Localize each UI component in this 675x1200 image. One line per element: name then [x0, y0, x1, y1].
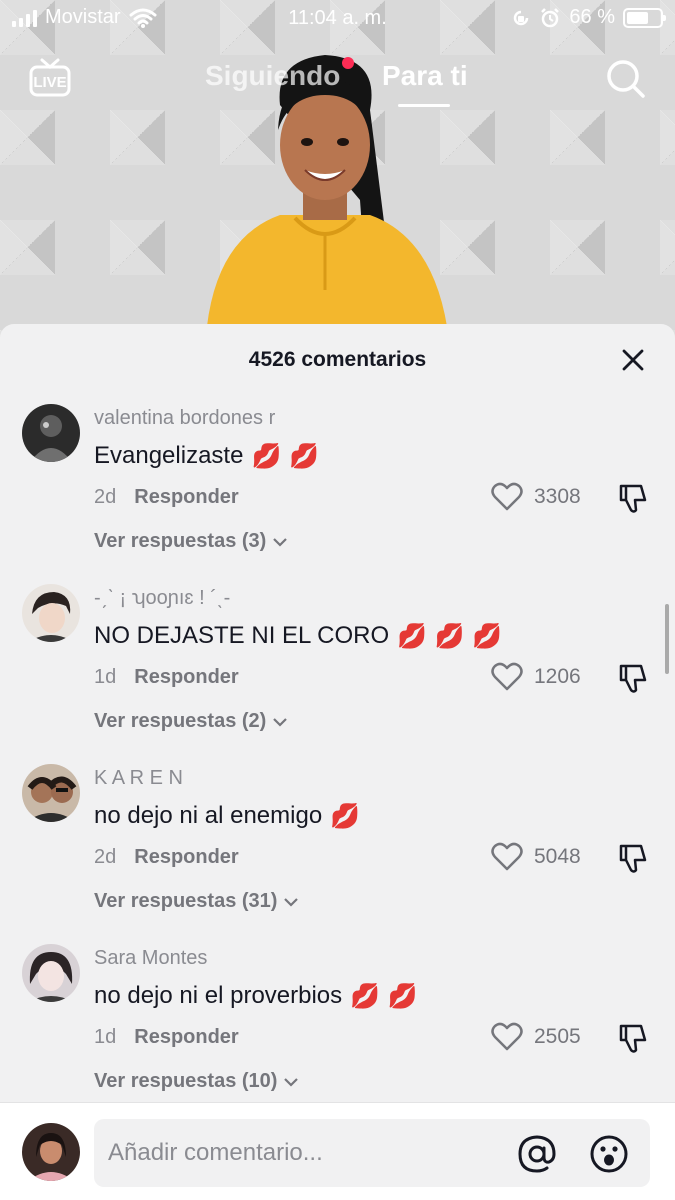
heart-icon[interactable]: [490, 480, 524, 514]
alarm-icon: [541, 7, 560, 27]
reply-button[interactable]: Responder: [134, 486, 238, 509]
video-player[interactable]: [0, 0, 675, 340]
view-replies-button[interactable]: Ver respuestas (2): [94, 710, 288, 733]
active-tab-indicator: [398, 104, 450, 107]
comment-item: valentina bordones r Evangelizaste 💋 💋 2…: [0, 404, 675, 584]
comment-item: -ˏˋ ¡ ʮooɲıɛ ! ´ˎ- NO DEJASTE NI EL CORO…: [0, 584, 675, 764]
reply-button[interactable]: Responder: [134, 666, 238, 689]
view-replies-button[interactable]: Ver respuestas (3): [94, 530, 288, 553]
like-count: 3308: [534, 485, 581, 508]
chevron-down-icon: [284, 897, 299, 907]
battery-icon: [623, 7, 666, 28]
my-avatar[interactable]: [22, 1123, 80, 1181]
comment-meta: 2d Responder: [94, 486, 239, 509]
kiss-emoji: 💋: [330, 802, 361, 830]
like-count: 2505: [534, 1025, 581, 1048]
dislike-icon[interactable]: [615, 662, 649, 696]
emoji-icon[interactable]: [588, 1133, 630, 1175]
comment-composer: [0, 1102, 675, 1200]
comment-text: NO DEJASTE NI EL CORO 💋 💋 💋: [94, 622, 502, 650]
comment-age: 1d: [94, 1026, 117, 1048]
like-button[interactable]: 3308: [490, 480, 581, 514]
view-replies-label: Ver respuestas (31): [94, 890, 278, 912]
comment-item: K A R E N no dejo ni al enemigo 💋 2d Res…: [0, 764, 675, 944]
avatar[interactable]: [22, 944, 80, 1002]
reply-button[interactable]: Responder: [134, 846, 238, 869]
comment-text: Evangelizaste 💋 💋: [94, 442, 319, 470]
dislike-icon[interactable]: [615, 842, 649, 876]
kiss-emoji: 💋 💋 💋: [397, 622, 503, 650]
avatar[interactable]: [22, 764, 80, 822]
heart-icon[interactable]: [490, 840, 524, 874]
view-replies-label: Ver respuestas (3): [94, 530, 267, 552]
live-label: LIVE: [33, 74, 66, 91]
comment-body: no dejo ni al enemigo: [94, 802, 323, 829]
kiss-emoji: 💋 💋: [350, 982, 418, 1010]
comment-username[interactable]: K A R E N: [94, 767, 183, 790]
dislike-icon[interactable]: [615, 1022, 649, 1056]
view-replies-button[interactable]: Ver respuestas (31): [94, 890, 299, 913]
scrollbar[interactable]: [665, 604, 669, 674]
comment-username[interactable]: Sara Montes: [94, 947, 207, 970]
avatar[interactable]: [22, 404, 80, 462]
comment-age: 2d: [94, 486, 117, 508]
comment-meta: 2d Responder: [94, 846, 239, 869]
comments-count-title: 4526 comentarios: [248, 348, 427, 371]
comment-body: Evangelizaste: [94, 442, 244, 469]
heart-icon[interactable]: [490, 1020, 524, 1054]
comment-text: no dejo ni al enemigo 💋: [94, 802, 360, 830]
comment-age: 1d: [94, 666, 117, 688]
kiss-emoji: 💋 💋: [251, 442, 319, 470]
close-icon[interactable]: [621, 348, 645, 372]
tab-para-ti[interactable]: Para ti: [382, 60, 468, 92]
comment-input-box[interactable]: [94, 1119, 650, 1187]
reply-button[interactable]: Responder: [134, 1026, 238, 1049]
battery-fill: [627, 11, 649, 24]
like-button[interactable]: 5048: [490, 840, 581, 874]
like-button[interactable]: 2505: [490, 1020, 581, 1054]
view-replies-button[interactable]: Ver respuestas (10): [94, 1070, 299, 1093]
comment-username[interactable]: valentina bordones r: [94, 407, 275, 430]
tab-siguiendo[interactable]: Siguiendo: [205, 60, 340, 92]
comments-header: 4526 comentarios: [0, 324, 675, 394]
chevron-down-icon: [273, 537, 288, 547]
comment-meta: 1d Responder: [94, 666, 239, 689]
battery-percent: 66 %: [569, 6, 615, 28]
comments-sheet: 4526 comentarios valentina bordones r Ev…: [0, 324, 675, 1200]
heart-icon[interactable]: [490, 660, 524, 694]
comment-body: NO DEJASTE NI EL CORO: [94, 622, 390, 649]
chevron-down-icon: [273, 717, 288, 727]
comment-age: 2d: [94, 846, 117, 868]
comment-username[interactable]: -ˏˋ ¡ ʮooɲıɛ ! ´ˎ-: [94, 587, 230, 610]
orientation-lock-icon: [514, 10, 529, 25]
comment-text: no dejo ni el proverbios 💋 💋: [94, 982, 418, 1010]
top-nav: LIVE Siguiendo Para ti: [0, 52, 675, 112]
like-button[interactable]: 1206: [490, 660, 581, 694]
view-replies-label: Ver respuestas (2): [94, 710, 267, 732]
chevron-down-icon: [284, 1077, 299, 1087]
mention-icon[interactable]: [516, 1133, 558, 1175]
view-replies-label: Ver respuestas (10): [94, 1070, 278, 1092]
comment-body: no dejo ni el proverbios: [94, 982, 343, 1009]
notification-dot: [342, 57, 354, 69]
search-icon[interactable]: [605, 58, 647, 100]
dislike-icon[interactable]: [615, 482, 649, 516]
avatar[interactable]: [22, 584, 80, 642]
like-count: 1206: [534, 665, 581, 688]
live-icon[interactable]: LIVE: [28, 56, 72, 100]
comment-item: Sara Montes no dejo ni el proverbios 💋 💋…: [0, 944, 675, 1124]
comment-input[interactable]: [108, 1119, 508, 1187]
status-bar: Movistar 11:04 a. m. 66 %: [0, 0, 675, 40]
like-count: 5048: [534, 845, 581, 868]
comment-meta: 1d Responder: [94, 1026, 239, 1049]
